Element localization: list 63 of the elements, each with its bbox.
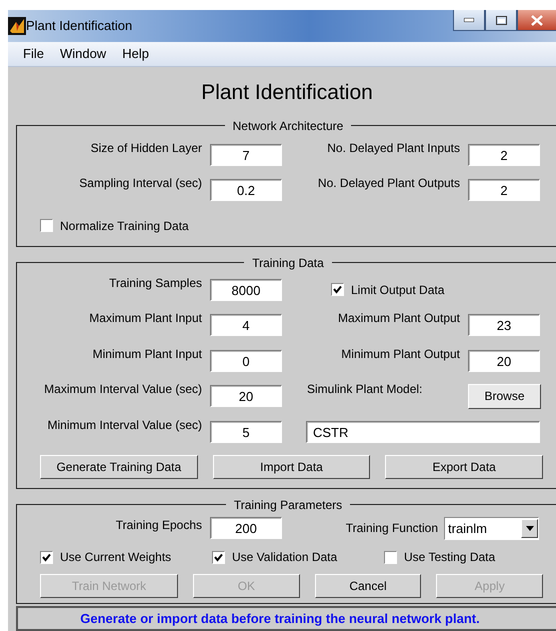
input-field[interactable]: 2 — [468, 144, 540, 166]
dropdown[interactable]: trainlm — [444, 516, 539, 540]
input-field[interactable]: 23 — [468, 314, 540, 336]
field-label: Simulink Plant Model: — [306, 381, 424, 396]
field-label: Training Function — [346, 521, 438, 536]
input-field[interactable]: 0 — [210, 350, 282, 372]
button[interactable]: Export Data — [385, 455, 544, 480]
close-icon — [531, 14, 543, 26]
field-label: Maximum Plant Input — [88, 310, 202, 326]
field-label: No. Delayed Plant Inputs — [326, 140, 460, 155]
dialog-heading: Plant Identification — [200, 80, 374, 106]
checkbox-label: Use Testing Data — [404, 550, 496, 564]
button: Train Network — [40, 574, 178, 598]
input-field[interactable]: 200 — [210, 517, 282, 540]
field-label: Training Samples — [108, 274, 202, 290]
maximize-icon — [496, 16, 506, 24]
app-logo-icon — [8, 16, 26, 35]
button[interactable]: Cancel — [314, 574, 422, 598]
input-field[interactable]: 2 — [468, 179, 540, 202]
field-label: Minimum Plant Input — [92, 346, 202, 361]
maximize-button[interactable] — [485, 10, 517, 31]
frame-title: Training Parameters — [232, 498, 344, 512]
checkbox[interactable] — [212, 550, 225, 564]
caret-icon — [526, 526, 534, 531]
field-label: Training Epochs — [114, 516, 202, 532]
checkbox-label: Use Current Weights — [60, 550, 172, 564]
field-label: Minimum Plant Output — [340, 346, 460, 361]
input-field[interactable]: 8000 — [210, 278, 282, 301]
minimize-button[interactable] — [453, 10, 485, 31]
field-label: Maximum Plant Output — [336, 310, 460, 326]
checkbox-label: Normalize Training Data — [60, 218, 189, 233]
input-field[interactable]: 7 — [210, 144, 282, 166]
menu-item[interactable]: File — [15, 46, 52, 62]
status-message: Generate or import data before training the neural network plant. — [16, 606, 556, 631]
field-label: Sampling Interval (sec) — [78, 175, 202, 190]
field-label: Maximum Interval Value (sec) — [43, 381, 202, 396]
input-field[interactable]: 20 — [210, 385, 282, 408]
checkbox-label: Use Validation Data — [232, 550, 338, 564]
minimize-icon — [464, 18, 474, 22]
checkbox[interactable] — [40, 550, 53, 564]
input-field[interactable]: CSTR — [306, 420, 540, 443]
button[interactable]: Import Data — [212, 455, 370, 480]
checkbox[interactable] — [384, 550, 397, 564]
window-title: Plant Identification — [26, 18, 132, 34]
checkbox[interactable] — [40, 219, 53, 232]
checkbox[interactable] — [331, 283, 344, 296]
frame-title: Network Architecture — [232, 118, 344, 133]
menu-item[interactable]: Window — [52, 46, 114, 62]
field-label: Minimum Interval Value (sec) — [46, 416, 202, 432]
input-field[interactable]: 5 — [210, 420, 282, 443]
frame-title: Training Data — [251, 256, 325, 270]
button[interactable]: Browse — [468, 384, 541, 409]
input-field[interactable]: 20 — [468, 350, 540, 372]
button: OK — [193, 574, 300, 598]
menu-item[interactable]: Help — [114, 46, 157, 62]
button[interactable]: Generate Training Data — [40, 455, 198, 480]
input-field[interactable]: 4 — [210, 314, 282, 336]
field-label: Size of Hidden Layer — [90, 140, 202, 155]
field-label: No. Delayed Plant Outputs — [316, 175, 460, 190]
close-button[interactable] — [517, 10, 556, 31]
button: Apply — [436, 574, 544, 598]
input-field[interactable]: 0.2 — [210, 179, 282, 202]
checkbox-label: Limit Output Data — [351, 282, 444, 297]
